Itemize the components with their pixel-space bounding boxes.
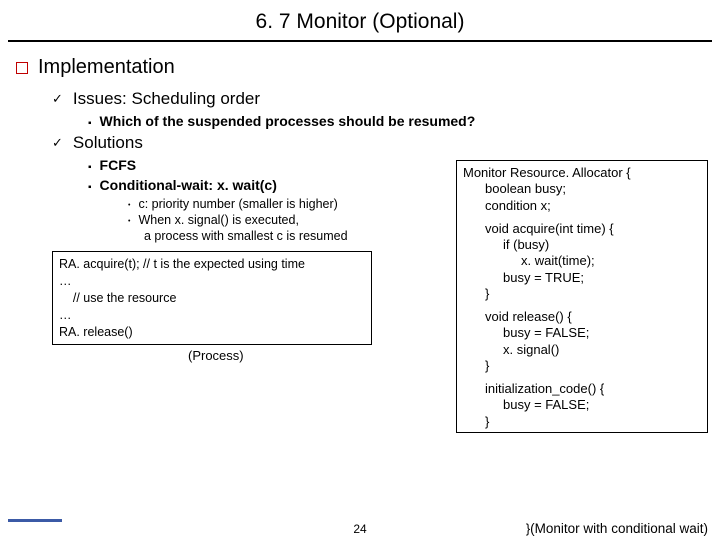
slide-title: 6. 7 Monitor (Optional) [8, 0, 712, 42]
heading-text: Issues: Scheduling order [73, 89, 260, 109]
bullet-square-outline-icon [16, 62, 28, 74]
dot-bullet-icon: • [128, 218, 130, 225]
code-line: RA. acquire(t); // t is the expected usi… [59, 256, 365, 273]
square-bullet-icon: ▪ [88, 162, 92, 173]
heading-implementation: Implementation [18, 56, 702, 79]
code-line: RA. release() [59, 324, 365, 341]
code-line: x. wait(time); [463, 253, 701, 269]
code-line: … [59, 273, 365, 290]
check-icon: ✓ [52, 91, 63, 107]
code-line: busy = FALSE; [463, 397, 701, 413]
code-line: void acquire(int time) { [463, 221, 701, 237]
bullet-text: Conditional-wait: x. wait(c) [100, 177, 277, 193]
heading-issues: ✓ Issues: Scheduling order [52, 89, 702, 109]
subpoint-text: c: priority number (smaller is higher) [138, 197, 337, 211]
code-line: // use the resource [59, 290, 365, 307]
bullet-text: FCFS [100, 157, 137, 173]
code-line: if (busy) [463, 237, 701, 253]
code-line: void release() { [463, 309, 701, 325]
code-line: } [463, 286, 701, 302]
code-line: … [59, 307, 365, 324]
square-bullet-icon: ▪ [88, 118, 92, 129]
process-code-box: RA. acquire(t); // t is the expected usi… [52, 251, 372, 345]
bullet-text: Which of the suspended processes should … [100, 113, 476, 129]
subpoint-text: When x. signal() is executed, [138, 213, 299, 227]
code-line: condition x; [463, 198, 701, 214]
check-icon: ✓ [52, 135, 63, 151]
heading-solutions: ✓ Solutions [52, 133, 702, 153]
heading-text: Solutions [73, 133, 143, 153]
heading-text: Implementation [38, 56, 175, 79]
dot-bullet-icon: • [128, 202, 130, 209]
code-line: initialization_code() { [463, 381, 701, 397]
code-line: x. signal() [463, 342, 701, 358]
bullet-which-process: ▪ Which of the suspended processes shoul… [88, 113, 702, 129]
square-bullet-icon: ▪ [88, 182, 92, 193]
code-line: } [463, 358, 701, 374]
code-line: busy = TRUE; [463, 270, 701, 286]
code-line: busy = FALSE; [463, 325, 701, 341]
monitor-code-box: Monitor Resource. Allocator { boolean bu… [456, 160, 708, 433]
code-line: } [463, 414, 701, 430]
page-number: 24 [0, 522, 720, 536]
code-line: Monitor Resource. Allocator { [463, 165, 701, 181]
code-line: boolean busy; [463, 181, 701, 197]
